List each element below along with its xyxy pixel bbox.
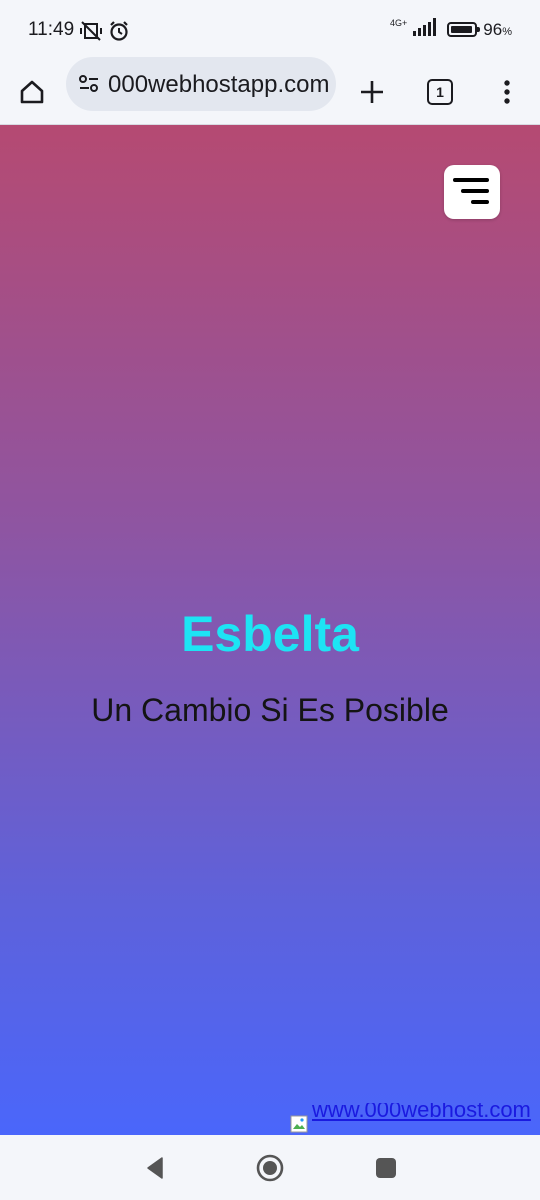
more-menu-button[interactable] xyxy=(485,70,529,114)
battery-percent: 96% xyxy=(483,19,512,39)
vibrate-off-icon xyxy=(80,20,102,42)
new-tab-button[interactable] xyxy=(350,70,394,114)
url-text: 000webhostapp.com xyxy=(108,71,330,98)
hero-subtitle: Un Cambio Si Es Posible xyxy=(91,692,449,728)
more-menu-icon xyxy=(504,80,510,104)
menu-icon-line-1 xyxy=(453,178,489,182)
menu-icon-line-2 xyxy=(461,189,489,193)
status-bar: 11:49 4G+ 96% xyxy=(0,0,540,60)
home-icon xyxy=(20,80,44,104)
navigation-bar xyxy=(0,1135,540,1200)
browser-toolbar: 000webhostapp.com 1 xyxy=(0,57,540,125)
broken-image-icon xyxy=(290,1115,308,1133)
tab-switcher-icon: 1 xyxy=(427,79,453,105)
host-badge[interactable]: www.000webhost.com xyxy=(290,1103,540,1135)
address-bar[interactable]: 000webhostapp.com xyxy=(66,57,336,111)
status-time: 11:49 xyxy=(28,19,75,40)
menu-button[interactable] xyxy=(444,165,500,219)
battery-icon xyxy=(447,22,481,37)
site-settings-icon[interactable] xyxy=(78,73,100,95)
menu-icon-line-3 xyxy=(471,200,489,204)
new-tab-icon xyxy=(361,81,383,103)
back-button[interactable] xyxy=(140,1153,170,1183)
recents-button[interactable] xyxy=(371,1153,401,1183)
hero-title: Esbelta xyxy=(181,606,359,662)
web-page: Esbelta Un Cambio Si Es Posible www.000w… xyxy=(0,125,540,1135)
back-icon xyxy=(147,1157,163,1179)
network-type: 4G+ xyxy=(390,18,408,28)
home-nav-icon xyxy=(256,1154,284,1182)
alarm-icon xyxy=(108,20,130,42)
home-button[interactable] xyxy=(10,70,54,114)
phone-screen: 11:49 4G+ 96% 000webhostapp.com 1 Esbelt… xyxy=(0,0,540,1200)
tab-switcher-button[interactable]: 1 xyxy=(418,70,462,114)
status-right: 4G+ 96% xyxy=(390,18,512,41)
host-link[interactable]: www.000webhost.com xyxy=(312,1103,531,1123)
home-nav-button[interactable] xyxy=(255,1153,285,1183)
signal-icon xyxy=(411,18,441,41)
recents-icon xyxy=(376,1158,396,1178)
